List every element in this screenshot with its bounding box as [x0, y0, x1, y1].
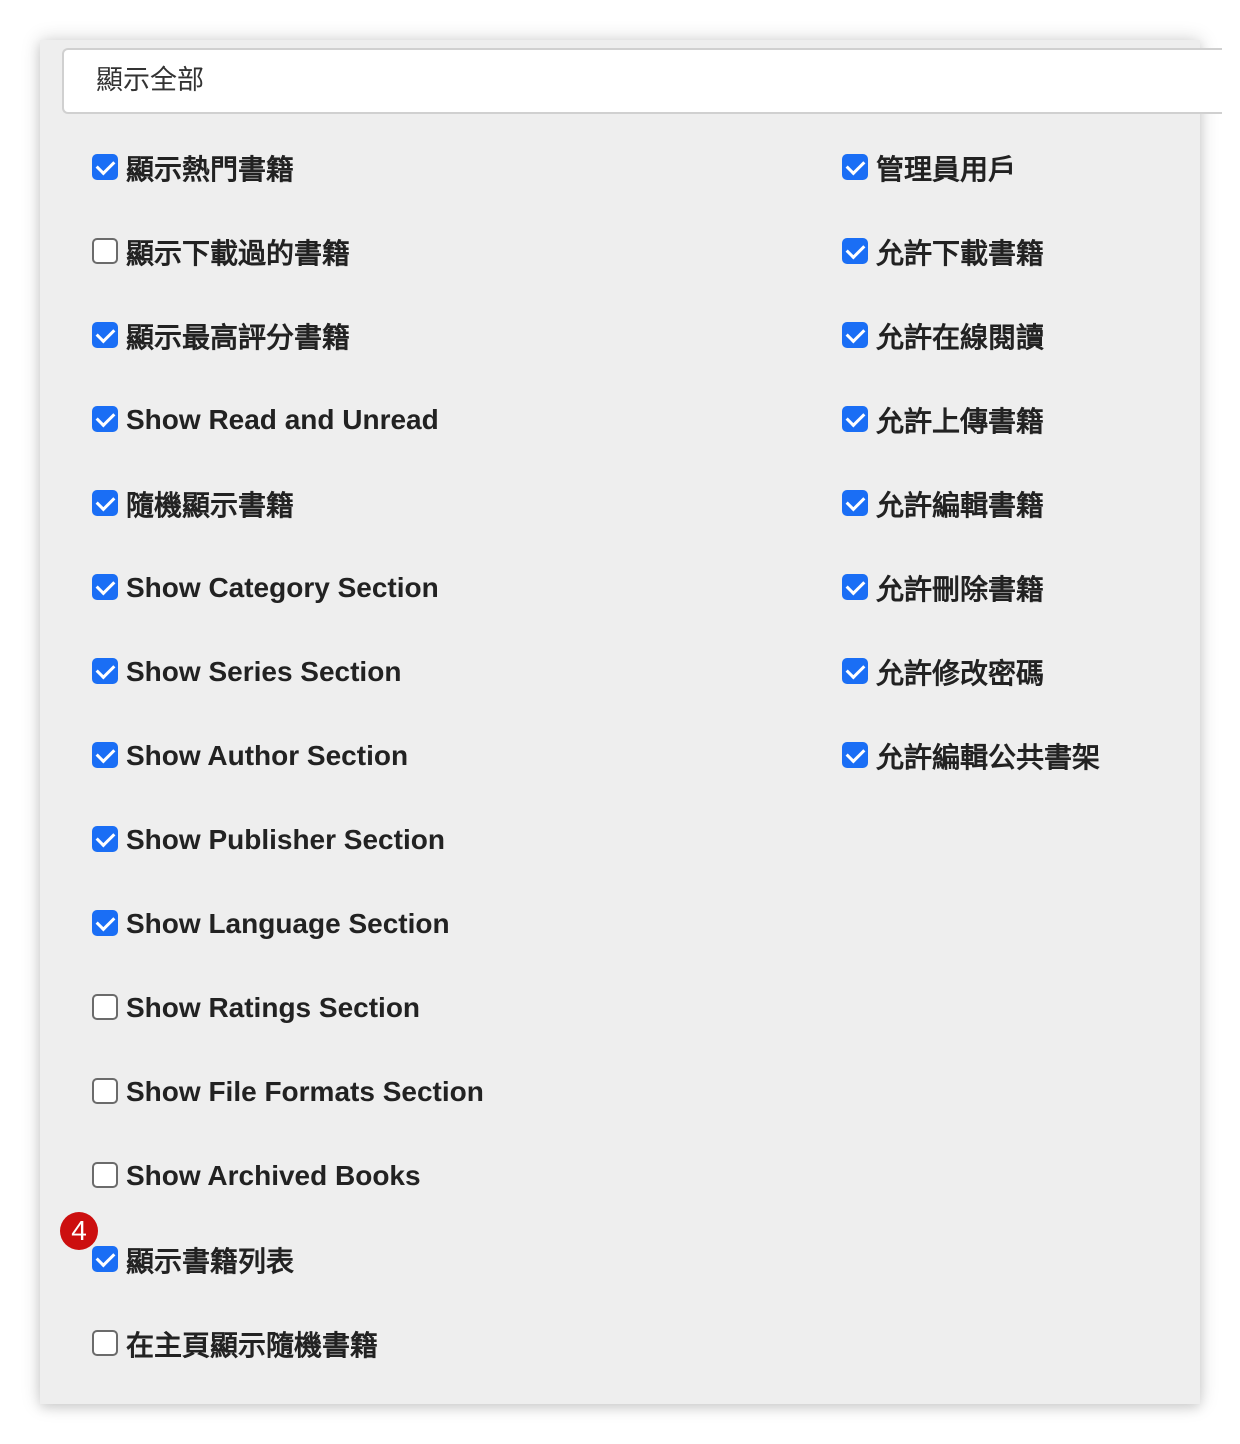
- option-label: Show Category Section: [126, 572, 439, 603]
- right-option-item-1[interactable]: 允許下載書籍: [842, 232, 1044, 272]
- right-option-item-7[interactable]: 允許編輯公共書架: [842, 736, 1100, 776]
- left-option-show-file-formats-section[interactable]: Show File Formats Section: [92, 1072, 484, 1112]
- left-option-show-author-section[interactable]: Show Author Section: [92, 736, 408, 776]
- left-option-item-4[interactable]: 隨機顯示書籍: [92, 484, 294, 524]
- option-label: Show Archived Books: [126, 1160, 421, 1191]
- option-label: 允許刪除書籍: [876, 574, 1045, 605]
- option-label: Show Read and Unread: [126, 404, 439, 435]
- left-option-show-read-and-unread[interactable]: Show Read and Unread: [92, 400, 439, 440]
- option-label: 顯示書籍列表: [126, 1246, 295, 1277]
- option-label: Show Series Section: [126, 656, 402, 687]
- right-option-item-3[interactable]: 允許上傳書籍: [842, 400, 1044, 440]
- checkbox[interactable]: [92, 154, 118, 180]
- option-label: Show File Formats Section: [126, 1076, 484, 1107]
- option-label: 允許編輯公共書架: [876, 742, 1101, 773]
- option-label: 顯示最高評分書籍: [126, 322, 351, 353]
- checkbox[interactable]: [92, 406, 118, 432]
- annotation-badge: 4: [60, 1212, 98, 1250]
- checkbox[interactable]: [92, 826, 118, 852]
- checkbox[interactable]: [842, 742, 868, 768]
- left-option-show-language-section[interactable]: Show Language Section: [92, 904, 450, 944]
- right-option-item-4[interactable]: 允許編輯書籍: [842, 484, 1044, 524]
- option-label: 管理員用戶: [876, 154, 1017, 185]
- checkbox[interactable]: [842, 574, 868, 600]
- option-label: Show Language Section: [126, 908, 450, 939]
- checkbox[interactable]: [92, 1330, 118, 1356]
- checkbox[interactable]: [842, 406, 868, 432]
- right-option-item-0[interactable]: 管理員用戶: [842, 148, 1016, 188]
- checkbox[interactable]: [92, 658, 118, 684]
- option-label: Show Publisher Section: [126, 824, 445, 855]
- checkbox[interactable]: [842, 154, 868, 180]
- checkbox[interactable]: [842, 490, 868, 516]
- left-option-item-13[interactable]: 顯示書籍列表: [92, 1240, 294, 1280]
- option-label: Show Ratings Section: [126, 992, 421, 1023]
- checkbox[interactable]: [92, 1162, 118, 1188]
- option-label: 隨機顯示書籍: [126, 490, 295, 521]
- option-label: Show Author Section: [126, 740, 409, 771]
- right-option-item-6[interactable]: 允許修改密碼: [842, 652, 1044, 692]
- checkbox[interactable]: [92, 1078, 118, 1104]
- checkbox[interactable]: [92, 742, 118, 768]
- checkbox[interactable]: [92, 322, 118, 348]
- right-option-item-2[interactable]: 允許在線閱讀: [842, 316, 1044, 356]
- option-label: 允許編輯書籍: [876, 490, 1045, 521]
- default-view-select[interactable]: 顯示全部: [62, 48, 1222, 114]
- checkbox[interactable]: [92, 994, 118, 1020]
- option-label: 允許下載書籍: [876, 238, 1045, 269]
- option-label: 顯示熱門書籍: [126, 154, 295, 185]
- option-label: 允許在線閱讀: [876, 322, 1045, 353]
- option-label: 允許修改密碼: [876, 658, 1045, 689]
- option-label: 顯示下載過的書籍: [126, 238, 351, 269]
- left-option-item-2[interactable]: 顯示最高評分書籍: [92, 316, 350, 356]
- option-label: 允許上傳書籍: [876, 406, 1045, 437]
- left-option-item-14[interactable]: 在主頁顯示隨機書籍: [92, 1324, 378, 1364]
- left-option-show-archived-books[interactable]: Show Archived Books: [92, 1156, 421, 1196]
- checkbox[interactable]: [92, 238, 118, 264]
- left-option-show-category-section[interactable]: Show Category Section: [92, 568, 439, 608]
- checkbox[interactable]: [92, 490, 118, 516]
- checkbox[interactable]: [842, 322, 868, 348]
- left-option-show-ratings-section[interactable]: Show Ratings Section: [92, 988, 420, 1028]
- checkbox[interactable]: [842, 238, 868, 264]
- left-option-show-series-section[interactable]: Show Series Section: [92, 652, 401, 692]
- option-label: 在主頁顯示隨機書籍: [126, 1330, 379, 1361]
- checkbox[interactable]: [92, 574, 118, 600]
- right-option-item-5[interactable]: 允許刪除書籍: [842, 568, 1044, 608]
- checkbox[interactable]: [842, 658, 868, 684]
- checkbox[interactable]: [92, 910, 118, 936]
- left-option-item-0[interactable]: 顯示熱門書籍: [92, 148, 294, 188]
- checkbox[interactable]: [92, 1246, 118, 1272]
- left-option-show-publisher-section[interactable]: Show Publisher Section: [92, 820, 445, 860]
- left-option-item-1[interactable]: 顯示下載過的書籍: [92, 232, 350, 272]
